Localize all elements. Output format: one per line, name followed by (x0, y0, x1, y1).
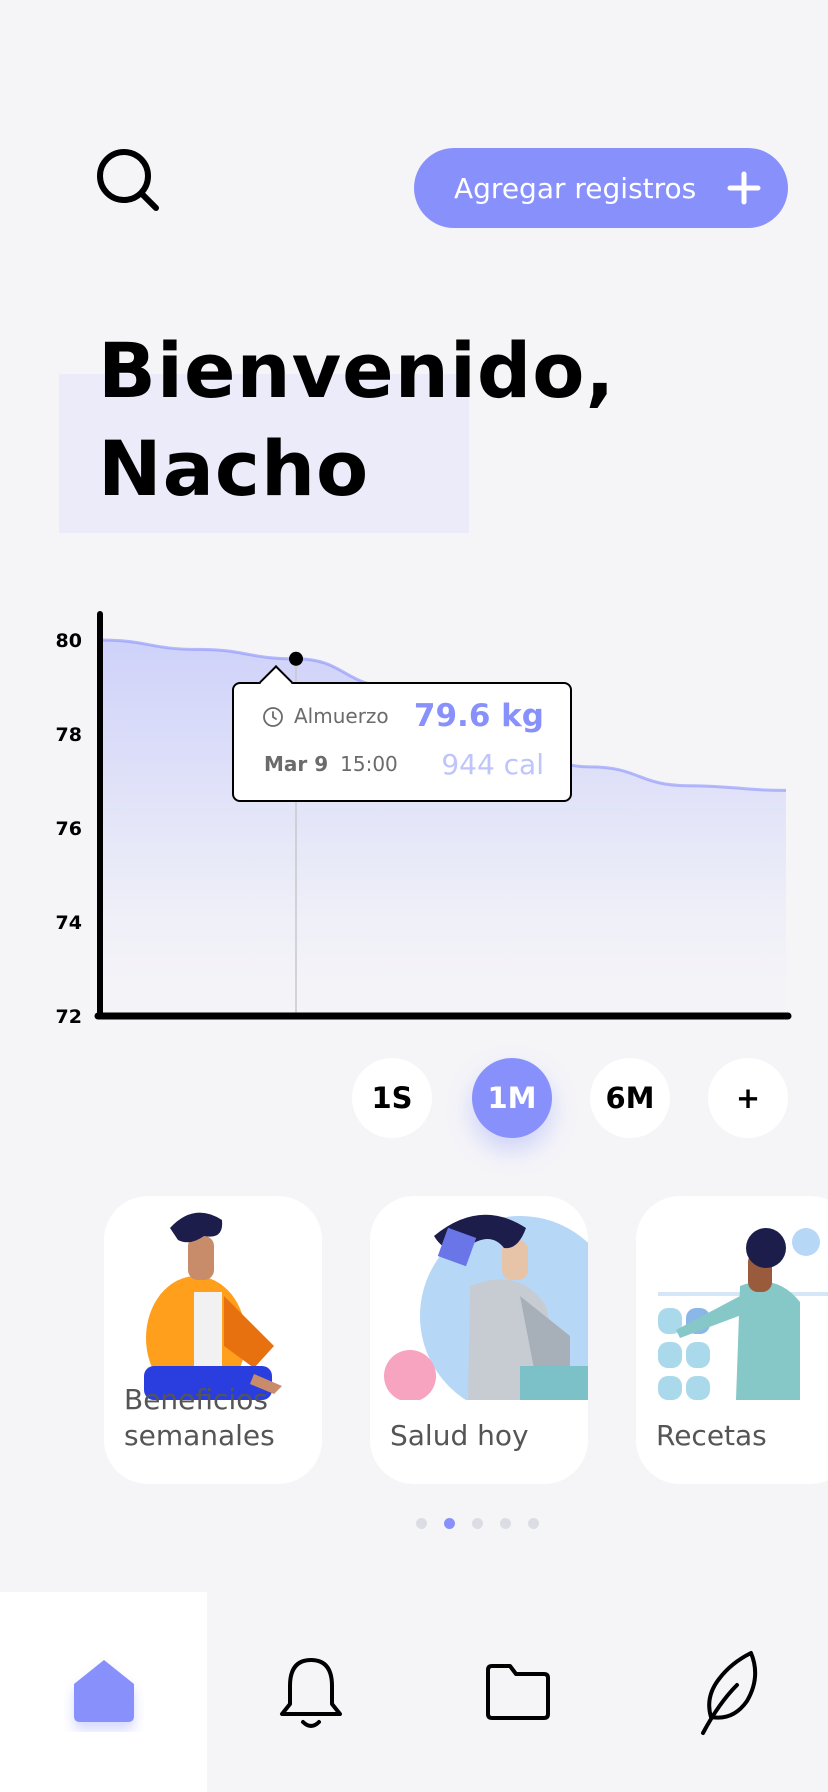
person-pointing-illustration (658, 1228, 828, 1400)
tab-files[interactable] (414, 1592, 621, 1792)
card-label-line-2: semanales (124, 1419, 275, 1452)
add-records-label: Agregar registros (454, 171, 697, 205)
plus-icon (727, 171, 761, 205)
highlight-point[interactable] (289, 651, 303, 666)
tooltip-date: Mar 9 (264, 752, 329, 776)
search-icon (97, 149, 159, 211)
add-records-button[interactable]: Agregar registros (414, 148, 788, 228)
card-label-line-1: Recetas (656, 1419, 767, 1452)
tab-nutrition[interactable] (621, 1592, 828, 1792)
y-tick-label: 72 (56, 1006, 82, 1028)
bell-icon (279, 1658, 342, 1728)
card-label-line-1: Salud hoy (390, 1419, 529, 1452)
card-health-today[interactable]: Salud hoy (370, 1196, 588, 1484)
tab-notifications[interactable] (207, 1592, 414, 1792)
tab-home[interactable] (0, 1592, 207, 1792)
range-6m-button[interactable]: 6M (590, 1058, 670, 1138)
carousel-pager (416, 1518, 539, 1529)
pager-dot[interactable] (472, 1518, 483, 1529)
pager-dot[interactable] (416, 1518, 427, 1529)
page-title: Bienvenido, Nacho (98, 322, 615, 518)
greeting-line-1: Bienvenido, (98, 326, 616, 415)
pager-dot-active[interactable] (444, 1518, 455, 1529)
range-label: 1S (371, 1081, 413, 1115)
tooltip-datetime: Mar 9 15:00 (264, 752, 398, 776)
range-1s-button[interactable]: 1S (352, 1058, 432, 1138)
weight-chart[interactable]: 80 78 76 74 72 (0, 600, 828, 1030)
bottom-tab-bar (0, 1592, 828, 1792)
person-sitting-illustration (144, 1212, 282, 1400)
range-label: 1M (487, 1081, 537, 1115)
range-1m-button[interactable]: 1M (472, 1058, 552, 1138)
pager-dot[interactable] (500, 1518, 511, 1529)
tooltip-time: 15:00 (340, 752, 398, 776)
tooltip-meal: Almuerzo (294, 704, 389, 728)
card-label-line-1: Beneficios (124, 1383, 268, 1416)
range-label: + (735, 1081, 761, 1115)
y-tick-label: 74 (56, 912, 82, 934)
tooltip-calories: 944 cal (441, 748, 544, 781)
range-more-button[interactable]: + (708, 1058, 788, 1138)
y-tick-label: 78 (56, 724, 82, 746)
leaf-icon (700, 1651, 757, 1735)
chart-tooltip: Almuerzo Mar 9 15:00 79.6 kg 944 cal (232, 665, 572, 802)
home-icon (73, 1660, 134, 1722)
search-button[interactable] (88, 140, 168, 220)
y-tick-label: 80 (56, 630, 82, 652)
card-weekly-benefits[interactable]: Beneficios semanales (104, 1196, 322, 1484)
folder-icon (485, 1664, 550, 1720)
tooltip-weight: 79.6 kg (413, 698, 544, 734)
greeting-line-2: Nacho (98, 424, 370, 513)
person-walking-illustration (384, 1214, 588, 1400)
pager-dot[interactable] (528, 1518, 539, 1529)
range-label: 6M (605, 1081, 655, 1115)
card-recipes[interactable]: Recetas (636, 1196, 828, 1484)
y-tick-label: 76 (56, 818, 82, 840)
clock-icon (263, 707, 283, 727)
